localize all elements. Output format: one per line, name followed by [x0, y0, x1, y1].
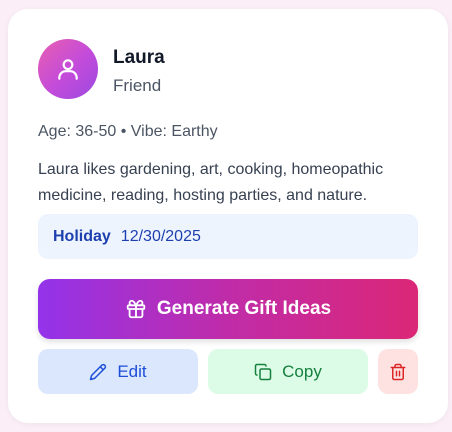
delete-button[interactable] — [378, 349, 418, 394]
copy-icon — [254, 363, 272, 380]
trash-icon — [390, 363, 406, 380]
person-name: Laura — [113, 47, 165, 68]
occasion-badge: Holiday 12/30/2025 — [38, 214, 418, 259]
person-card: Laura Friend Age: 36-50 • Vibe: Earthy L… — [8, 9, 448, 423]
edit-button[interactable]: Edit — [38, 349, 198, 394]
generate-label: Generate Gift Ideas — [156, 298, 332, 319]
person-meta: Age: 36-50 • Vibe: Earthy — [38, 123, 218, 140]
copy-label: Copy — [282, 361, 322, 381]
person-relation: Friend — [113, 76, 162, 95]
user-icon — [58, 59, 78, 80]
avatar — [38, 39, 98, 99]
generate-gift-ideas-button[interactable]: Generate Gift Ideas — [38, 279, 418, 339]
occasion-date: 12/30/2025 — [120, 227, 201, 245]
copy-button[interactable]: Copy — [208, 349, 368, 394]
person-description: Laura likes gardening, art, cooking, hom… — [38, 161, 384, 204]
pencil-icon — [90, 363, 107, 380]
occasion-name: Holiday — [53, 227, 111, 245]
edit-label: Edit — [117, 361, 147, 381]
gift-icon — [126, 299, 146, 319]
